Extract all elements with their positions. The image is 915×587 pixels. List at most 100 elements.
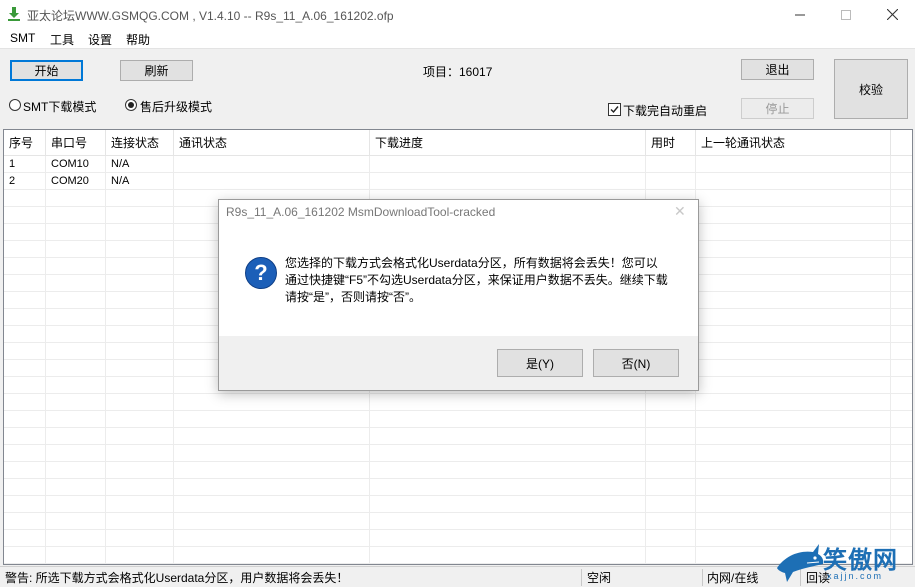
radio-aftersales-label: 售后升级模式 [140,100,213,114]
column-header[interactable]: 上一轮通讯状态 [696,130,891,156]
empty-cell [696,496,891,513]
empty-cell [106,445,174,462]
empty-cell [174,479,370,496]
column-header[interactable]: 连接状态 [106,130,174,156]
empty-cell [696,360,891,377]
empty-cell [106,326,174,343]
empty-cell [174,411,370,428]
empty-cell [46,258,106,275]
empty-table-row [4,428,912,445]
empty-cell [370,445,646,462]
empty-cell [696,309,891,326]
empty-cell [646,547,696,564]
menu-help[interactable]: 帮助 [126,31,150,48]
empty-cell [4,292,46,309]
empty-cell [646,530,696,547]
empty-cell [46,428,106,445]
status-divider [581,569,582,586]
table-row[interactable]: 2 COM20 N/A [4,173,912,190]
watermark-sub: xajjn.com [827,571,884,581]
empty-cell [174,445,370,462]
empty-cell [46,275,106,292]
status-divider [702,569,703,586]
empty-cell [4,530,46,547]
minimize-button[interactable] [777,0,823,29]
empty-cell [46,445,106,462]
close-icon[interactable]: ✕ [674,203,686,220]
empty-table-row [4,496,912,513]
column-header[interactable]: 用时 [646,130,696,156]
exit-button[interactable]: 退出 [741,59,814,80]
empty-cell [696,377,891,394]
maximize-button[interactable] [823,0,869,29]
empty-cell [370,496,646,513]
refresh-button[interactable]: 刷新 [120,60,193,81]
empty-cell [4,207,46,224]
empty-cell [696,292,891,309]
empty-cell [46,292,106,309]
verify-button[interactable]: 校验 [834,59,908,119]
empty-cell [4,377,46,394]
empty-cell [106,377,174,394]
cell-last-comm [696,156,891,173]
empty-cell [174,428,370,445]
menu-settings[interactable]: 设置 [88,31,112,48]
empty-cell [696,224,891,241]
empty-cell [370,530,646,547]
empty-cell [106,309,174,326]
column-header[interactable]: 下载进度 [370,130,646,156]
empty-cell [4,394,46,411]
empty-cell [46,547,106,564]
empty-cell [370,462,646,479]
empty-cell [4,462,46,479]
check-icon [610,106,619,114]
cell-connection: N/A [106,173,174,190]
empty-cell [370,479,646,496]
status-idle: 空闲 [587,571,612,585]
cell-last-comm [696,173,891,190]
empty-cell [4,547,46,564]
radio-aftersales-mode[interactable] [125,99,137,111]
empty-cell [646,513,696,530]
empty-cell [646,462,696,479]
empty-cell [46,411,106,428]
no-button[interactable]: 否(N) [593,349,679,377]
empty-cell [4,258,46,275]
stop-button[interactable]: 停止 [741,98,814,119]
start-button[interactable]: 开始 [10,60,83,81]
empty-cell [106,462,174,479]
empty-cell [696,258,891,275]
auto-reboot-checkbox[interactable] [608,103,621,116]
empty-cell [646,479,696,496]
empty-cell [174,547,370,564]
empty-cell [46,394,106,411]
table-row[interactable]: 1 COM10 N/A [4,156,912,173]
close-button[interactable] [869,0,915,29]
watermark-logo: 笑傲网 xajjn.com [773,538,915,587]
empty-cell [370,547,646,564]
radio-smt-mode[interactable] [9,99,21,111]
menu-tools[interactable]: 工具 [50,31,74,48]
table-header: 序号 串口号 连接状态 通讯状态 下载进度 用时 上一轮通讯状态 [4,130,912,156]
cell-port: COM10 [46,156,106,173]
empty-cell [46,360,106,377]
cell-port: COM20 [46,173,106,190]
empty-cell [370,513,646,530]
column-header[interactable]: 序号 [4,130,46,156]
empty-cell [46,479,106,496]
empty-table-row [4,462,912,479]
empty-cell [370,428,646,445]
empty-cell [4,479,46,496]
project-label: 项目：16017 [423,65,493,79]
menu-smt[interactable]: SMT [10,31,35,45]
empty-cell [106,241,174,258]
column-header[interactable]: 通讯状态 [174,130,370,156]
cell-time [646,156,696,173]
column-header[interactable]: 串口号 [46,130,106,156]
yes-button[interactable]: 是(Y) [497,349,583,377]
cell-connection: N/A [106,156,174,173]
empty-cell [4,428,46,445]
empty-cell [174,462,370,479]
empty-cell [106,360,174,377]
empty-cell [4,411,46,428]
